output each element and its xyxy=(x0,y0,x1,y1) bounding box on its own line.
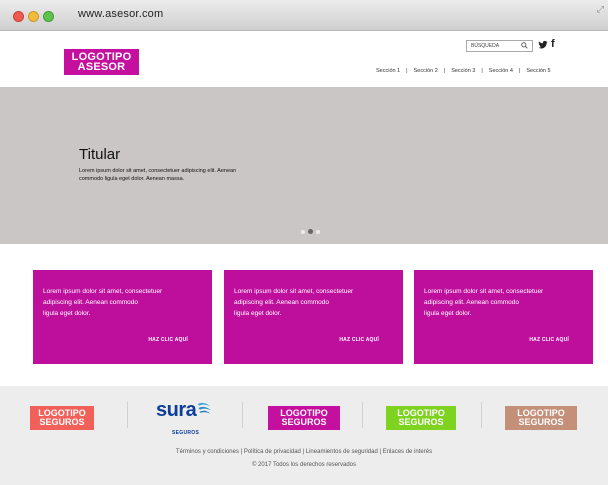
feature-card: Lorem ipsum dolor sit amet, consectetuer… xyxy=(414,270,593,364)
logo-line2: SEGUROS xyxy=(39,417,85,427)
logo-divider xyxy=(127,402,128,428)
sura-swoosh-icon xyxy=(197,402,212,414)
card-link[interactable]: HAZ CLIC AQUÍ xyxy=(148,337,188,343)
insurer-logo-2[interactable]: LOGOTIPO SEGUROS xyxy=(268,406,340,430)
nav-separator: | xyxy=(518,68,521,74)
nav-separator: | xyxy=(481,68,483,74)
carousel-dot-3[interactable] xyxy=(316,230,320,234)
nav-item-seccion-4[interactable]: Sección 4 xyxy=(489,68,513,74)
card-text-line: Lorem ipsum dolor sit amet, consectetuer xyxy=(43,288,163,295)
copyright: © 2017 Todos los derechos reservados xyxy=(251,462,357,468)
card-text-line: ligula eget dolor. xyxy=(234,310,282,317)
browser-toolbar: www.asesor.com ⤢ xyxy=(0,0,608,31)
card-text-line: adipiscing elit. Aenean commodo xyxy=(43,299,139,306)
card-text-line: ligula eget dolor. xyxy=(424,310,472,317)
sura-logo[interactable]: sura xyxy=(156,399,197,422)
fullscreen-icon[interactable]: ⤢ xyxy=(597,4,604,15)
card-text-line: Lorem ipsum dolor sit amet, consectetuer xyxy=(234,288,354,295)
close-window-button[interactable] xyxy=(13,11,24,22)
footer: LOGOTIPO SEGUROS sura SEGUROS LOGOTIPO S… xyxy=(0,386,608,485)
nav-item-seccion-3[interactable]: Sección 3 xyxy=(451,68,475,74)
card-text-line: ligula eget dolor. xyxy=(43,310,91,317)
card-link[interactable]: HAZ CLIC AQUÍ xyxy=(339,337,379,343)
logo-line2: ASESOR xyxy=(77,61,126,73)
card-text: Lorem ipsum dolor sit amet, consectetuer… xyxy=(234,286,397,319)
feature-card: Lorem ipsum dolor sit amet, consectetuer… xyxy=(33,270,212,364)
main-nav: Sección 1 | Sección 2 | Sección 3 | Sección 4 |… xyxy=(373,68,554,74)
card-text-line: Lorem ipsum dolor sit amet, consectetuer xyxy=(424,288,544,295)
nav-separator: | xyxy=(406,68,408,74)
carousel-dot-1[interactable] xyxy=(301,230,305,234)
insurer-logo-4[interactable]: LOGOTIPO SEGUROS xyxy=(505,406,577,430)
logo-line2: SEGUROS xyxy=(518,417,564,427)
card-text-line: adipiscing elit. Aenean commodo xyxy=(234,299,330,306)
facebook-icon[interactable]: f xyxy=(551,38,555,50)
logo-divider xyxy=(242,402,243,428)
minimize-window-button[interactable] xyxy=(28,11,39,22)
card-text: Lorem ipsum dolor sit amet, consectetuer… xyxy=(43,286,206,319)
logo-line2: SEGUROS xyxy=(398,417,444,427)
carousel-dots xyxy=(301,229,321,235)
hero-title: Titular xyxy=(79,146,121,163)
footer-links[interactable]: Términos y condiciones | Política de pri… xyxy=(0,449,608,455)
nav-item-seccion-1[interactable]: Sección 1 xyxy=(376,68,400,74)
twitter-icon[interactable] xyxy=(538,39,548,51)
hero-banner: Titular Lorem ipsum dolor sit amet, cons… xyxy=(0,87,608,244)
hero-text: Lorem ipsum dolor sit amet, consectetuer… xyxy=(79,168,237,182)
nav-item-seccion-2[interactable]: Sección 2 xyxy=(414,68,438,74)
logo-divider xyxy=(362,402,363,428)
carousel-dot-2[interactable] xyxy=(308,229,313,234)
logo-line2: SEGUROS xyxy=(281,417,327,427)
search-input[interactable]: BÚSQUEDA xyxy=(466,40,533,52)
search-placeholder: BÚSQUEDA xyxy=(471,43,500,49)
card-text-line: adipiscing elit. Aenean commodo xyxy=(424,299,520,306)
card-text: Lorem ipsum dolor sit amet, consectetuer… xyxy=(424,286,587,319)
insurer-logo-3[interactable]: LOGOTIPO SEGUROS xyxy=(386,406,456,430)
nav-item-seccion-5[interactable]: Sección 5 xyxy=(526,68,550,74)
asesor-logo[interactable]: LOGOTIPO ASESOR xyxy=(64,49,139,75)
maximize-window-button[interactable] xyxy=(43,11,54,22)
address-bar[interactable]: www.asesor.com xyxy=(78,8,163,20)
nav-separator: | xyxy=(443,68,446,74)
logo-divider xyxy=(481,402,482,428)
sura-subtitle: SEGUROS xyxy=(172,430,200,436)
search-icon[interactable] xyxy=(521,42,528,49)
feature-card: Lorem ipsum dolor sit amet, consectetuer… xyxy=(224,270,403,364)
card-link[interactable]: HAZ CLIC AQUÍ xyxy=(529,337,569,343)
insurer-logo-1[interactable]: LOGOTIPO SEGUROS xyxy=(30,406,94,430)
